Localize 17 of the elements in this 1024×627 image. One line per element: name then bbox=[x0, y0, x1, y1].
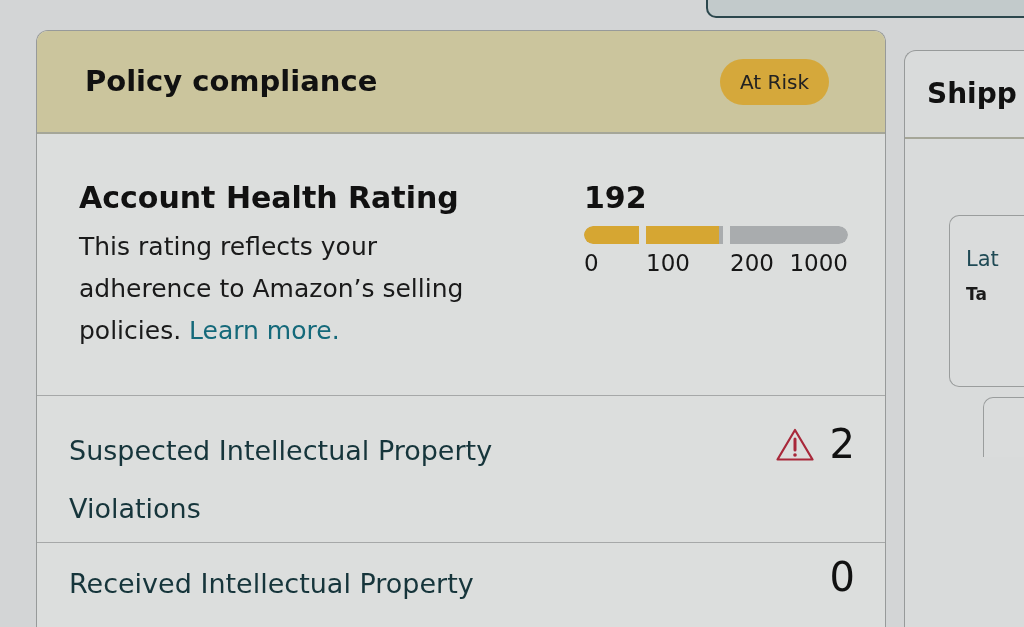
issue-link[interactable]: Suspected Intellectual Property Violations bbox=[69, 422, 549, 538]
card-title: Policy compliance bbox=[85, 64, 378, 99]
issue-count: 0 bbox=[829, 555, 855, 599]
metric-link[interactable]: Lat bbox=[966, 244, 1024, 276]
section-title: Account Health Rating bbox=[79, 180, 460, 216]
rating-score: 192 bbox=[584, 180, 648, 216]
scale-label: 100 bbox=[646, 249, 690, 278]
scale-label: 0 bbox=[584, 249, 599, 278]
scale-label: 1000 bbox=[789, 249, 848, 278]
scale-label: 200 bbox=[730, 249, 774, 278]
rating-description: This rating reflects your adherence to Amazon’s selling policies. Learn more. bbox=[79, 231, 465, 347]
issue-count: 2 bbox=[829, 422, 855, 466]
learn-more-link[interactable]: Learn more. bbox=[189, 316, 340, 345]
issue-link[interactable]: Received Intellectual Property bbox=[69, 555, 549, 613]
card-title: Shipp bbox=[927, 77, 1017, 111]
metric-label: Ta bbox=[966, 282, 988, 306]
status-badge: At Risk bbox=[720, 58, 829, 105]
